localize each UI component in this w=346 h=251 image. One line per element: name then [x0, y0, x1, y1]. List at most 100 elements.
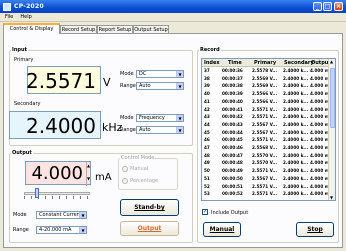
- table-cell: 41: [204, 98, 210, 104]
- output-value-field[interactable]: 4.000 ▲ ▼: [25, 161, 91, 186]
- close-button[interactable]: ×: [334, 2, 343, 11]
- secondary-mode-value: Frequency: [139, 115, 165, 121]
- primary-mode-value: DC: [139, 71, 147, 77]
- scroll-thumb[interactable]: [330, 68, 335, 128]
- table-cell: 2.4000 k...: [283, 121, 309, 127]
- table-row[interactable]: 41 00:00:40 2.5566 V... 2.4000 k... 4.000 mA: [202, 98, 332, 105]
- table-cell: 2.5570 V...: [252, 152, 278, 158]
- slider-thumb[interactable]: [35, 188, 39, 198]
- output-group-label: Output: [11, 150, 33, 156]
- table-cell: 2.4000 k...: [283, 160, 309, 166]
- table-cell: 00:00:39: [222, 91, 243, 97]
- table-cell: 2.5571 V...: [252, 168, 278, 174]
- table-row[interactable]: 40 00:00:39 2.5566 V... 2.4000 k... 4.000 mA: [202, 91, 332, 97]
- table-cell: 00:00:51: [222, 183, 243, 189]
- percentage-radio-label: Percentage: [130, 178, 159, 184]
- output-range-value: 4-20.000 mA: [39, 227, 72, 233]
- table-cell: 00:00:40: [222, 98, 243, 104]
- table-row[interactable]: 48 00:00:47 2.5570 V... 2.4000 k... 4.000 mA: [202, 152, 332, 159]
- table-row[interactable]: 46 00:00:45 2.5571 V... 2.4000 k... 4.000 mA: [202, 137, 332, 143]
- table-cell: 37: [204, 68, 210, 73]
- table-cell: 00:00:38: [222, 83, 243, 89]
- menu-file[interactable]: File: [3, 14, 15, 20]
- col-index[interactable]: Index: [204, 60, 220, 66]
- standby-button[interactable]: Stand-by: [120, 199, 179, 216]
- output-slider[interactable]: [24, 192, 90, 195]
- secondary-range-select[interactable]: Auto ▼: [136, 126, 184, 134]
- table-row[interactable]: 45 00:00:44 2.5567 V... 2.4000 k... 4.000 mA: [202, 130, 332, 136]
- slider-ticks: [24, 196, 90, 199]
- menu-bar: File Help: [0, 13, 346, 22]
- include-output-checkbox[interactable]: ✓: [202, 209, 208, 215]
- table-row[interactable]: 42 00:00:41 2.5571 V... 2.4000 k... 4.000 mA: [202, 106, 332, 113]
- table-row[interactable]: 37 00:00:36 2.5578 V... 2.4000 k... 4.000 mA: [202, 68, 332, 74]
- table-cell: 2.5571 V...: [252, 137, 278, 143]
- spin-up-icon[interactable]: ▲: [87, 163, 90, 168]
- col-secondary[interactable]: Secondary: [284, 60, 314, 66]
- table-cell: 48: [204, 152, 210, 158]
- table-row[interactable]: 39 00:00:38 2.5569 V... 2.4000 k... 4.000 mA: [202, 83, 332, 89]
- output-mode-select[interactable]: Constant Current ▼: [36, 211, 87, 219]
- table-row[interactable]: 38 00:00:37 2.5569 V... 2.4000 k... 4.000 mA: [202, 75, 332, 82]
- secondary-mode-label: Mode: [120, 115, 134, 121]
- table-cell: 2.5571 V...: [252, 106, 278, 112]
- table-cell: 00:00:37: [222, 75, 243, 81]
- table-cell: 42: [204, 106, 210, 112]
- table-cell: 00:00:46: [222, 145, 243, 150]
- table-row[interactable]: 51 00:00:50 2.5567 V... 2.4000 k... 4.000 mA: [202, 175, 332, 182]
- table-row[interactable]: 43 00:00:42 2.5571 V... 2.4000 k... 4.000 mA: [202, 114, 332, 120]
- primary-mode-select[interactable]: DC ▼: [136, 70, 184, 78]
- scroll-up-icon[interactable]: ▲: [330, 59, 333, 64]
- output-range-select[interactable]: 4-20.000 mA ▼: [36, 226, 87, 234]
- primary-unit: V: [103, 76, 111, 89]
- primary-range-label: Range: [120, 83, 136, 89]
- table-cell: 2.5567 V...: [252, 175, 278, 181]
- title-bar: CP-2020 _ □ ×: [0, 0, 346, 13]
- include-output-label: Include Output: [211, 210, 249, 216]
- table-cell: 00:00:48: [222, 160, 243, 166]
- percentage-radio[interactable]: [122, 178, 128, 184]
- table-cell: 2.4000 k...: [283, 106, 309, 112]
- manual-button[interactable]: Manual: [203, 222, 241, 237]
- secondary-label: Secondary: [14, 101, 41, 107]
- tab-control-display[interactable]: Control & Display: [3, 23, 60, 34]
- table-cell: 47: [204, 145, 210, 150]
- table-cell: 50: [204, 168, 210, 174]
- table-row[interactable]: 50 00:00:49 2.5571 V... 2.4000 k... 4.000 mA: [202, 168, 332, 174]
- chevron-down-icon: ▼: [79, 212, 86, 218]
- primary-range-select[interactable]: Auto ▼: [136, 82, 184, 90]
- table-row[interactable]: 53 00:00:52 2.5571 V... 2.4000 k... 4.000 mA: [202, 191, 332, 197]
- output-button[interactable]: Output: [120, 221, 179, 236]
- secondary-mode-select[interactable]: Frequency ▼: [136, 114, 184, 122]
- minimize-button[interactable]: _: [313, 2, 322, 11]
- menu-help[interactable]: Help: [18, 14, 33, 20]
- window-title: CP-2020: [14, 3, 44, 10]
- scroll-down-icon[interactable]: ▼: [330, 195, 333, 200]
- table-cell: 00:00:43: [222, 121, 243, 127]
- chevron-down-icon: ▼: [176, 83, 183, 89]
- table-row[interactable]: 52 00:00:51 2.5571 V... 2.4000 k... 4.000 mA: [202, 183, 332, 190]
- table-row[interactable]: 44 00:00:43 2.5567 V... 2.4000 k... 4.000 mA: [202, 121, 332, 128]
- primary-display: 2.5571: [26, 66, 101, 94]
- table-cell: 2.4000 k...: [283, 75, 309, 81]
- stop-button[interactable]: Stop: [296, 222, 334, 237]
- table-row[interactable]: 47 00:00:46 2.5568 V... 2.4000 k... 4.000 mA: [202, 145, 332, 151]
- record-scrollbar[interactable]: ▲ ▼: [328, 59, 335, 200]
- table-cell: 2.4000 k...: [283, 183, 309, 189]
- table-row[interactable]: 49 00:00:48 2.5570 V... 2.4000 k... 4.000 mA: [202, 160, 332, 166]
- spin-buttons[interactable]: ▲ ▼: [86, 162, 90, 186]
- control-mode-label: Control Mode: [120, 155, 156, 161]
- maximize-button[interactable]: □: [323, 2, 332, 11]
- table-cell: 2.4000 k...: [283, 91, 309, 97]
- manual-radio[interactable]: [122, 166, 128, 172]
- record-table[interactable]: Index Time Primary Secondary Output 37 00…: [201, 58, 336, 201]
- table-cell: 2.5567 V...: [252, 121, 278, 127]
- chevron-down-icon: ▼: [176, 71, 183, 77]
- table-cell: 2.4000 k...: [283, 175, 309, 181]
- col-time[interactable]: Time: [228, 60, 242, 66]
- secondary-display: 2.4000: [9, 111, 101, 139]
- table-cell: 2.5568 V...: [252, 145, 278, 150]
- table-cell: 2.4000 k...: [283, 83, 309, 89]
- spin-down-icon[interactable]: ▼: [87, 176, 90, 181]
- col-primary[interactable]: Primary: [254, 60, 276, 66]
